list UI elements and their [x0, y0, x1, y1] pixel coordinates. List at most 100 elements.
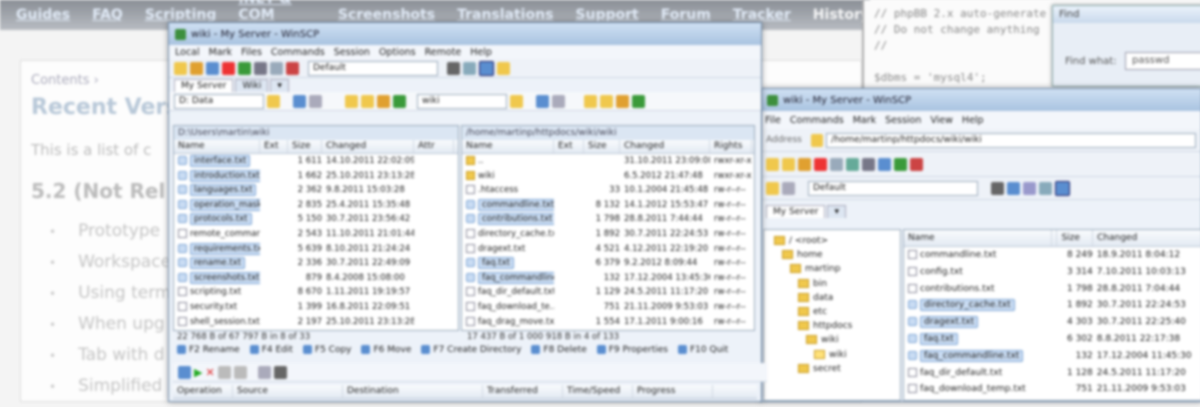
function-key-button[interactable]: F10 Quit [678, 345, 728, 355]
preferences-icon[interactable] [1039, 181, 1052, 195]
root-dir-icon[interactable] [361, 94, 374, 108]
gear-icon[interactable] [273, 365, 287, 379]
column-header[interactable]: Size [288, 140, 322, 153]
column-header[interactable]: Changed [1093, 230, 1200, 246]
transfer-settings-icon[interactable] [782, 181, 795, 195]
transfer-settings-select[interactable]: Default [308, 60, 438, 76]
terminal-icon[interactable] [254, 61, 267, 75]
address-input[interactable]: /home/martinp/httpdocs/wiki/wiki [826, 132, 1196, 148]
table-row[interactable]: rename.txt 2 336 30.7.2011 22:49:09 [174, 256, 458, 271]
menu-item[interactable]: Mark [209, 47, 232, 58]
nav-link[interactable]: Screenshots [338, 7, 435, 23]
back-icon[interactable] [536, 94, 549, 108]
tab-new[interactable]: ▾ [270, 79, 289, 92]
queue-options-icon[interactable] [257, 365, 271, 379]
stop-icon[interactable] [286, 61, 299, 75]
play-icon[interactable]: ▶ [194, 366, 202, 379]
table-row[interactable]: directory_cache.txt 1 892 30.7.2011 22:24:… [462, 227, 754, 242]
column-header[interactable]: Rights [710, 140, 752, 153]
table-row[interactable]: protocols.txt 5 150 30.7.2011 23:56:42 [174, 212, 458, 227]
gear-icon[interactable] [991, 181, 1004, 195]
column-header[interactable]: Size [1057, 230, 1094, 246]
menu-item[interactable]: Local [175, 47, 200, 58]
column-header[interactable]: Changed [322, 140, 414, 153]
local-path[interactable]: D:\Users\martin\wiki [174, 126, 458, 140]
tab-new[interactable]: ▾ [827, 205, 846, 218]
table-row[interactable]: dragext.txt 4 303 30.7.2011 22:25:40 [904, 314, 1200, 331]
nav-link[interactable]: Forum [661, 7, 711, 23]
function-key-button[interactable]: F5 Copy [303, 345, 352, 355]
table-row[interactable]: faq_dir_default.txt 1 128 24.5.2011 11:17:… [904, 365, 1200, 382]
refresh-icon[interactable] [238, 61, 251, 75]
forward-icon[interactable] [552, 94, 565, 108]
menu-item[interactable]: File [765, 115, 781, 126]
local-drive-select[interactable]: D: Data [174, 93, 264, 109]
function-key-button[interactable]: F8 Delete [531, 345, 586, 355]
table-row[interactable]: commandline.txt 8 249 18.9.2011 8:04:12 [904, 247, 1200, 264]
table-row[interactable]: faq_download_te... 751 21.11.2009 9:53:03 r… [462, 300, 754, 315]
table-row[interactable]: contributions.txt 1 798 28.8.2011 7:04:44 [904, 281, 1200, 298]
table-row[interactable]: introduction.txt 1 662 25.10.2011 23:13:28 [174, 169, 458, 184]
column-header[interactable]: Progress [633, 385, 713, 398]
column-header[interactable]: Name [174, 140, 260, 153]
new-folder-icon[interactable] [766, 157, 779, 171]
nav-link[interactable]: Scripting [145, 7, 217, 23]
window2-titlebar[interactable]: wiki - My Server - WinSCP [761, 89, 1200, 111]
delete-icon[interactable] [814, 157, 827, 171]
column-header[interactable]: Name [904, 230, 1053, 246]
preferences-icon[interactable] [463, 61, 476, 75]
tab-my-server[interactable]: My Server [766, 205, 826, 218]
window1-titlebar[interactable]: wiki - My Server - WinSCP [169, 23, 761, 45]
find-what-input[interactable]: passwd [1125, 52, 1200, 70]
delete-icon[interactable] [222, 61, 235, 75]
menu-item[interactable]: Commands [790, 115, 844, 126]
tree-node[interactable]: martinp [768, 262, 852, 276]
table-row[interactable]: interface.txt 1 611 14.10.2011 22:02:09 [174, 154, 458, 169]
function-key-button[interactable]: F9 Properties [597, 345, 668, 355]
open-folder-icon[interactable] [267, 94, 280, 108]
tree-node[interactable]: data [768, 291, 852, 305]
move-icon[interactable] [798, 157, 811, 171]
refresh-icon[interactable] [393, 94, 406, 108]
home-dir-icon[interactable] [616, 94, 629, 108]
table-row[interactable]: faq_commandline.txt 132 17.12.2004 11:45:3… [904, 348, 1200, 365]
sync-icon[interactable] [878, 157, 891, 171]
column-header[interactable]: Source [233, 385, 343, 398]
stop-icon[interactable] [910, 157, 923, 171]
column-header[interactable]: Attr [414, 140, 454, 153]
function-key-button[interactable]: F7 Create Directory [421, 345, 521, 355]
menu-item[interactable]: Options [379, 47, 416, 58]
table-row[interactable]: contributions.txt 1 798 28.8.2011 7:44:44 r… [462, 212, 754, 227]
refresh-icon[interactable] [632, 94, 645, 108]
table-row[interactable]: faq.txt 6 379 9.2.2012 8:09:44 rw-r--r-- [462, 256, 754, 271]
tree-node[interactable]: wiki [768, 348, 852, 362]
menu-item[interactable]: Remote [425, 47, 462, 58]
tree-node[interactable]: httpdocs [768, 319, 852, 333]
function-key-button[interactable]: F2 Rename [177, 345, 240, 355]
function-key-button[interactable]: F6 Move [361, 345, 411, 355]
commander-view-icon[interactable] [1055, 180, 1070, 196]
sync-browse-icon[interactable] [190, 61, 203, 75]
forward-icon[interactable] [309, 94, 322, 108]
table-row[interactable]: faq.txt 6 302 8.8.2011 22:17:38 [904, 331, 1200, 348]
filter-icon[interactable] [1023, 181, 1036, 195]
table-row[interactable]: languages.txt 2 362 9.8.2011 15:03:28 [174, 183, 458, 198]
tab-my-server[interactable]: My Server [174, 79, 234, 92]
table-row[interactable]: wiki 6.5.2012 21:47:48 rwxr-xr-x [462, 169, 754, 184]
table-row[interactable]: .htaccess 33 10.1.2004 21:45:48 rw-r--r-- [462, 183, 754, 198]
column-header[interactable]: Name [462, 140, 554, 153]
nav-link[interactable]: Support [575, 7, 638, 23]
view-icon[interactable] [1007, 181, 1020, 195]
close-icon[interactable]: ✕ [205, 366, 214, 379]
copy-icon[interactable] [782, 157, 795, 171]
tree-node[interactable]: secret [768, 362, 852, 376]
table-row[interactable]: screenshots.txt 879 8.4.2008 15:08:00 [174, 271, 458, 286]
column-header[interactable]: Destination [343, 385, 483, 398]
terminal-icon[interactable] [862, 157, 875, 171]
remote-path[interactable]: /home/martinp/httpdocs/wiki/wiki [462, 126, 754, 140]
commander-view-icon[interactable] [479, 60, 494, 76]
move-down-icon[interactable] [233, 365, 247, 379]
table-row[interactable]: faq_commandline... 132 17.12.2004 13:45:36… [462, 271, 754, 286]
gear-icon[interactable] [447, 61, 460, 75]
menu-item[interactable]: Session [885, 115, 921, 126]
